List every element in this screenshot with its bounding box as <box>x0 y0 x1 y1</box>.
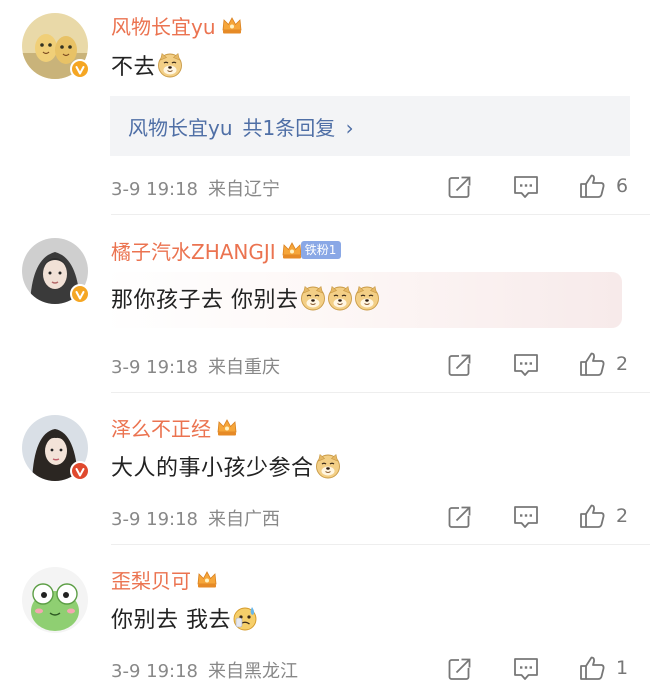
comment-header: 橘子汽水ZHANGJI 铁粉1 <box>111 236 342 265</box>
avatar[interactable] <box>22 567 88 633</box>
like-icon[interactable] <box>579 503 605 529</box>
comment-text: 大人的事小孩少参合 <box>111 449 341 483</box>
comment-icon[interactable] <box>513 174 539 200</box>
timestamp: 3-9 19:18 <box>111 509 198 530</box>
comment-body: 那你孩子去 你别去 <box>111 288 299 313</box>
comment-item: 橘子汽水ZHANGJI 铁粉1 那你孩子去 你别去 3-9 19:18 来自重庆 … <box>0 215 650 393</box>
share-icon[interactable] <box>447 656 473 682</box>
doge-emoji-icon <box>327 285 352 311</box>
location: 来自广西 <box>208 509 280 530</box>
reply-preview[interactable]: 风物长宜yu 共1条回复 › <box>110 96 630 156</box>
fan-badge: 铁粉1 <box>300 241 342 259</box>
comment-header: 歪梨贝可 <box>111 565 218 593</box>
verified-gold-icon <box>70 284 90 304</box>
share-icon[interactable] <box>447 504 473 530</box>
view-replies-link[interactable]: 风物长宜yu 共1条回复 › <box>128 112 354 141</box>
reply-summary: 共1条回复 <box>242 115 336 140</box>
avatar[interactable] <box>22 238 90 304</box>
crown-icon <box>217 419 237 436</box>
doge-emoji-icon <box>315 453 340 479</box>
comment-meta: 3-9 19:18 来自重庆 <box>111 353 280 379</box>
crown-icon <box>222 17 242 34</box>
timestamp: 3-9 19:18 <box>111 357 198 378</box>
comment-item: 泽么不正经 大人的事小孩少参合 3-9 19:18 来自广西 2 <box>0 393 650 545</box>
timestamp: 3-9 19:18 <box>111 179 198 200</box>
share-icon[interactable] <box>447 174 473 200</box>
like-count: 2 <box>616 505 629 527</box>
doge-emoji-icon <box>157 52 183 78</box>
comment-meta: 3-9 19:18 来自广西 <box>111 505 280 531</box>
comment-header: 风物长宜yu <box>111 11 243 39</box>
crown-icon <box>282 242 302 259</box>
comment-icon[interactable] <box>513 656 539 682</box>
comment-text: 不去 <box>111 48 183 82</box>
like-count: 1 <box>616 657 629 679</box>
comment-icon[interactable] <box>513 504 539 530</box>
comment-text: 那你孩子去 你别去 <box>111 281 380 315</box>
comment-meta: 3-9 19:18 来自辽宁 <box>111 175 280 201</box>
username-link[interactable]: 泽么不正经 <box>111 413 211 442</box>
like-icon[interactable] <box>579 655 605 681</box>
comment-meta: 3-9 19:18 来自黑龙江 <box>111 657 298 683</box>
like-count: 2 <box>616 353 629 375</box>
comment-item: 风物长宜yu 不去 风物长宜yu 共1条回复 › 3-9 19:18 来自辽宁 6 <box>0 0 650 215</box>
comment-body: 大人的事小孩少参合 <box>111 456 314 481</box>
comment-body: 不去 <box>111 55 157 80</box>
reply-author: 风物长宜yu <box>128 115 233 140</box>
comment-text: 你别去 我去 <box>111 601 258 635</box>
comment-body: 你别去 我去 <box>111 608 231 633</box>
crown-icon <box>197 571 217 588</box>
verified-gold-icon <box>70 59 90 79</box>
comment-header: 泽么不正经 <box>111 413 238 441</box>
location: 来自辽宁 <box>208 179 280 200</box>
like-count: 6 <box>616 175 629 197</box>
like-icon[interactable] <box>579 173 605 199</box>
timestamp: 3-9 19:18 <box>111 661 198 682</box>
username-link[interactable]: 橘子汽水ZHANGJI <box>111 236 276 265</box>
doge-emoji-icon <box>354 285 379 311</box>
comment-item: 歪梨贝可 你别去 我去 3-9 19:18 来自黑龙江 1 <box>0 545 650 691</box>
location: 来自重庆 <box>208 357 280 378</box>
doge-emoji-icon <box>300 285 325 311</box>
location: 来自黑龙江 <box>208 661 298 682</box>
comment-icon[interactable] <box>513 352 539 378</box>
username-link[interactable]: 歪梨贝可 <box>111 565 191 594</box>
sweat-emoji-icon <box>233 606 257 631</box>
like-icon[interactable] <box>579 351 605 377</box>
avatar[interactable] <box>22 13 90 79</box>
username-link[interactable]: 风物长宜yu <box>111 11 216 40</box>
share-icon[interactable] <box>447 352 473 378</box>
avatar[interactable] <box>22 415 90 481</box>
avatar-image <box>22 567 88 633</box>
chevron-right-icon: › <box>345 115 354 140</box>
verified-red-icon <box>70 461 90 481</box>
